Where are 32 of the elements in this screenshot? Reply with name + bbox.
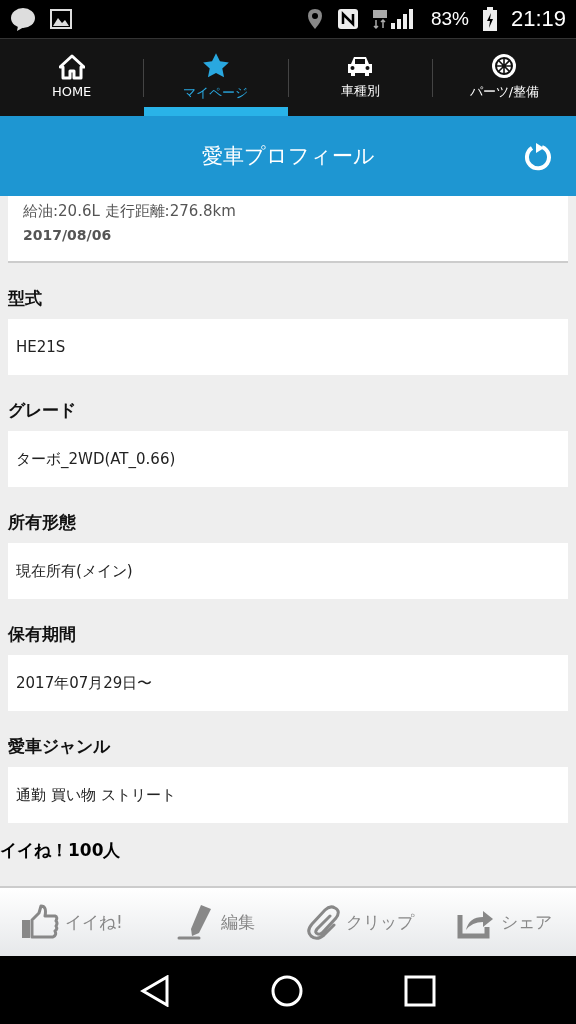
thumbs-up-icon	[21, 904, 60, 940]
field-value: 通勤 買い物 ストリート	[8, 767, 568, 823]
field-value: ターボ_2WD(AT_0.66)	[8, 431, 568, 487]
star-icon	[201, 51, 230, 80]
home-circle-icon[interactable]	[271, 974, 303, 1007]
like-count: イイね！100人	[0, 840, 121, 860]
nfc-icon	[336, 8, 359, 30]
record-date: 2017/08/06	[23, 227, 113, 243]
page-title: 愛車プロフィール	[201, 143, 375, 170]
nav-tab[interactable]: 車種別	[288, 39, 432, 116]
field-value: 2017年07月29日〜	[8, 655, 568, 711]
clock-time: 21:19	[510, 6, 566, 32]
field-label: 保有期間	[8, 623, 76, 646]
home-icon	[58, 54, 85, 80]
fuel-detail: 給油:20.6L 走行距離:276.8km	[23, 202, 237, 221]
image-icon	[50, 9, 72, 29]
battery-percent: 83%	[430, 8, 469, 30]
field-label: 愛車ジャンル	[8, 735, 110, 758]
field-value: HE21S	[8, 319, 568, 375]
nav-tab[interactable]: パーツ/整備	[432, 39, 576, 116]
wheel-icon	[491, 52, 518, 79]
paperclip-icon	[306, 904, 340, 940]
battery-icon	[482, 7, 497, 31]
field-label: グレード	[8, 399, 76, 422]
nav-tab[interactable]: HOME	[0, 39, 144, 116]
field-value: 現在所有(メイン)	[8, 543, 568, 599]
line-app-icon	[10, 7, 36, 31]
back-icon[interactable]	[140, 974, 171, 1007]
field-label: 型式	[8, 287, 42, 310]
recents-icon[interactable]	[403, 974, 436, 1007]
field-label: 所有形態	[8, 511, 76, 534]
location-icon	[306, 8, 323, 30]
